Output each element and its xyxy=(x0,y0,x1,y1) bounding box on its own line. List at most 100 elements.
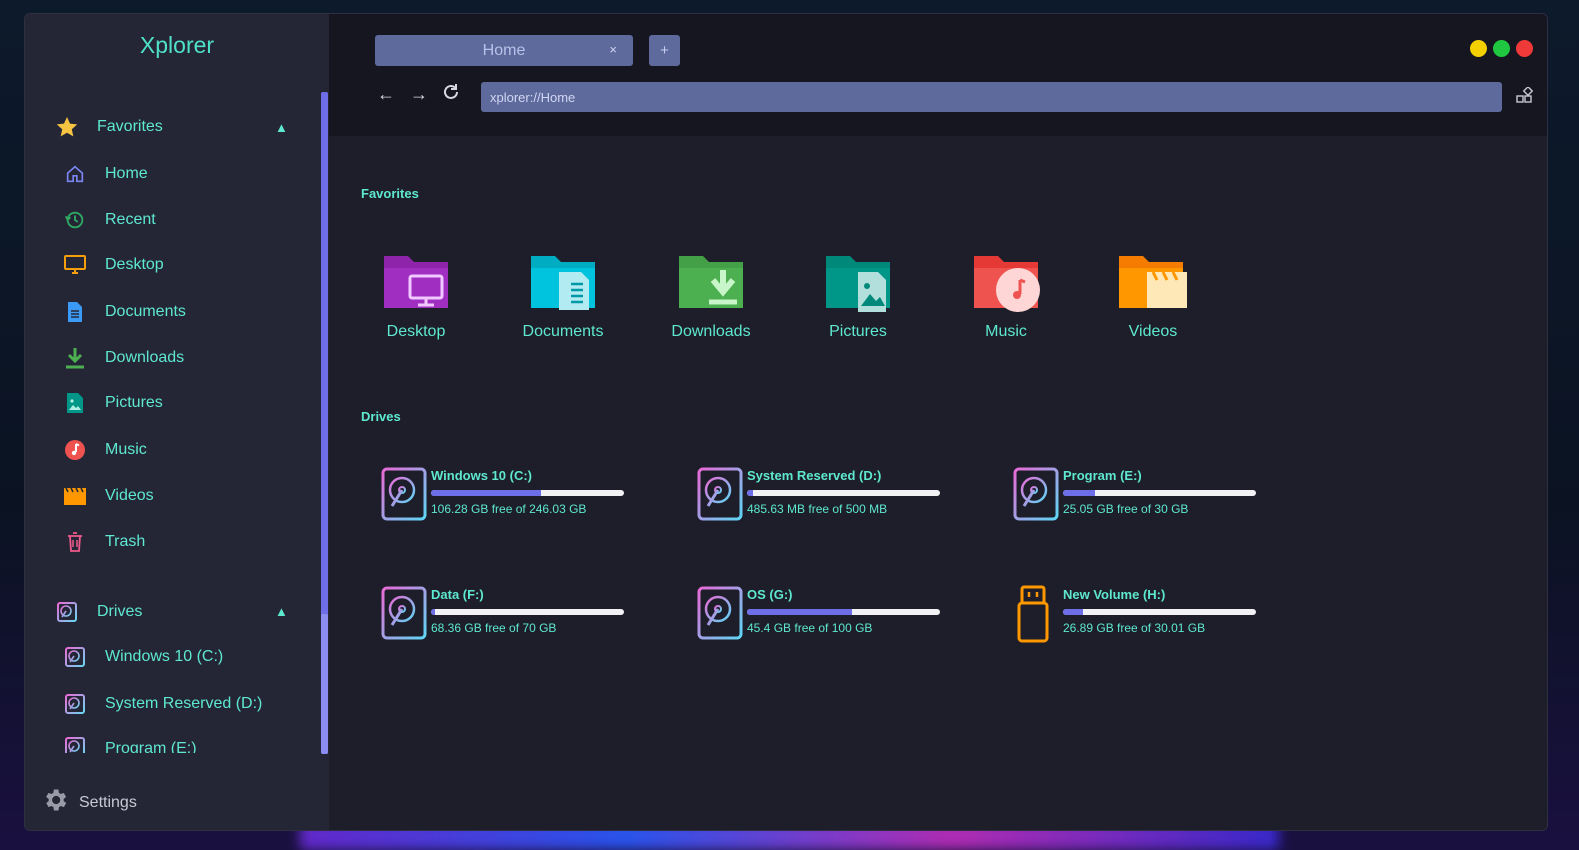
sidebar-item-label: Trash xyxy=(105,533,146,550)
sidebar-item-trash[interactable]: Trash xyxy=(63,527,145,557)
download-icon xyxy=(63,346,87,370)
hard-drive-icon xyxy=(1012,466,1060,527)
drive-e[interactable]: Program (E:) 25.05 GB free of 30 GB xyxy=(1012,466,1282,526)
forward-arrow-icon[interactable]: → xyxy=(410,84,428,105)
favorite-pictures[interactable]: Pictures xyxy=(798,250,918,341)
sidebar-item-label: Videos xyxy=(105,487,154,504)
back-arrow-icon[interactable]: ← xyxy=(377,84,395,105)
sidebar-item-drive-c[interactable]: Windows 10 (C:) xyxy=(63,642,223,672)
hard-drive-icon xyxy=(696,585,744,646)
sidebar-item-recent[interactable]: Recent xyxy=(63,205,156,235)
sidebar-item-pictures[interactable]: Pictures xyxy=(63,388,163,418)
drive-usage-fill xyxy=(747,490,753,496)
layout-toggle-icon[interactable] xyxy=(1516,85,1534,109)
downloads-folder-icon xyxy=(679,256,743,308)
drive-d[interactable]: System Reserved (D:) 485.63 MB free of 5… xyxy=(696,466,966,526)
drive-c[interactable]: Windows 10 (C:) 106.28 GB free of 246.03… xyxy=(380,466,650,526)
hard-drive-icon xyxy=(380,466,428,527)
sidebar-item-home[interactable]: Home xyxy=(63,159,148,189)
sidebar-drives-label: Drives xyxy=(97,603,143,620)
drive-usage-fill xyxy=(747,609,853,615)
document-icon xyxy=(63,300,87,324)
sidebar-item-label: Home xyxy=(105,165,148,182)
favorite-downloads[interactable]: Downloads xyxy=(651,250,771,341)
star-icon xyxy=(55,115,79,139)
favorites-collapse-caret-icon[interactable]: ▲ xyxy=(275,120,288,135)
drive-g[interactable]: OS (G:) 45.4 GB free of 100 GB xyxy=(696,585,966,645)
favorite-label: Downloads xyxy=(671,323,751,340)
drive-name: New Volume (H:) xyxy=(1063,587,1166,602)
tab-home[interactable]: Home × xyxy=(375,35,633,66)
sidebar-item-label: Desktop xyxy=(105,256,164,273)
sidebar-favorites-label: Favorites xyxy=(97,118,163,135)
close-window-button[interactable] xyxy=(1516,40,1533,57)
sidebar-item-documents[interactable]: Documents xyxy=(63,297,186,327)
drive-usage-bar xyxy=(1063,609,1256,615)
sidebar-scrollbar[interactable] xyxy=(321,92,328,754)
drive-free-space: 68.36 GB free of 70 GB xyxy=(431,621,557,635)
picture-icon xyxy=(63,391,87,415)
drive-name: Program (E:) xyxy=(1063,468,1142,483)
drive-name: OS (G:) xyxy=(747,587,793,602)
sidebar-item-label: Music xyxy=(105,441,147,458)
top-bar: Home × + ← → xyxy=(329,14,1547,136)
close-icon[interactable]: × xyxy=(609,42,617,57)
minimize-button[interactable] xyxy=(1470,40,1487,57)
drive-free-space: 485.63 MB free of 500 MB xyxy=(747,502,888,516)
usb-drive-icon xyxy=(1012,585,1060,648)
pictures-folder-icon xyxy=(826,256,890,312)
desktop-folder-icon xyxy=(384,256,448,308)
videos-folder-icon xyxy=(1119,256,1187,308)
trash-icon xyxy=(63,530,87,554)
sidebar-item-label: Downloads xyxy=(105,349,185,366)
favorite-desktop[interactable]: Desktop xyxy=(356,250,476,341)
sidebar-item-videos[interactable]: Videos xyxy=(63,481,154,511)
favorite-label: Documents xyxy=(522,323,604,340)
sidebar-item-drive-e[interactable]: Program (E:) xyxy=(63,735,197,753)
reload-icon[interactable] xyxy=(442,83,460,106)
favorite-videos[interactable]: Videos xyxy=(1093,250,1213,341)
hard-drive-icon xyxy=(63,735,87,753)
drive-f[interactable]: Data (F:) 68.36 GB free of 70 GB xyxy=(380,585,650,645)
favorite-label: Desktop xyxy=(386,323,446,340)
sidebar-item-music[interactable]: Music xyxy=(63,435,147,465)
video-icon xyxy=(63,484,87,508)
gear-icon xyxy=(41,786,69,819)
new-tab-button[interactable]: + xyxy=(649,35,680,66)
sidebar: Xplorer Favorites ▲ Home Recent Desktop … xyxy=(25,14,329,830)
settings-button[interactable]: Settings xyxy=(41,786,137,819)
recent-icon xyxy=(63,208,87,232)
drive-usage-bar xyxy=(431,490,624,496)
favorite-label: Pictures xyxy=(829,323,887,340)
drive-name: System Reserved (D:) xyxy=(747,468,882,483)
drive-usage-bar xyxy=(1063,490,1256,496)
sidebar-drives-header[interactable]: Drives xyxy=(55,597,142,627)
favorite-label: Music xyxy=(985,323,1027,340)
app-title: Xplorer xyxy=(139,32,215,58)
sidebar-item-label: Pictures xyxy=(105,394,163,411)
drive-name: Windows 10 (C:) xyxy=(431,468,532,483)
maximize-button[interactable] xyxy=(1493,40,1510,57)
sidebar-item-drive-d[interactable]: System Reserved (D:) xyxy=(63,689,262,719)
drive-usage-bar xyxy=(747,609,940,615)
sidebar-item-downloads[interactable]: Downloads xyxy=(63,343,184,373)
settings-label: Settings xyxy=(79,793,137,811)
tab-label: Home xyxy=(482,41,526,59)
drive-h[interactable]: New Volume (H:) 26.89 GB free of 30.01 G… xyxy=(1012,585,1282,645)
drive-name: Data (F:) xyxy=(431,587,484,602)
drives-collapse-caret-icon[interactable]: ▲ xyxy=(275,604,288,619)
sidebar-item-label: Windows 10 (C:) xyxy=(105,648,224,665)
favorites-section-title: Favorites xyxy=(361,186,419,201)
drive-usage-fill xyxy=(1063,609,1084,615)
sidebar-item-desktop[interactable]: Desktop xyxy=(63,250,164,280)
favorite-label: Videos xyxy=(1128,323,1178,340)
favorite-music[interactable]: Music xyxy=(946,250,1066,341)
music-folder-icon xyxy=(974,256,1040,312)
favorite-documents[interactable]: Documents xyxy=(503,250,623,341)
address-bar[interactable] xyxy=(481,82,1502,112)
hard-drive-icon xyxy=(55,600,79,624)
sidebar-favorites-header[interactable]: Favorites xyxy=(55,112,163,142)
sidebar-item-label: Documents xyxy=(105,303,186,320)
scrollbar-thumb[interactable] xyxy=(321,614,328,754)
drive-free-space: 26.89 GB free of 30.01 GB xyxy=(1063,621,1206,635)
